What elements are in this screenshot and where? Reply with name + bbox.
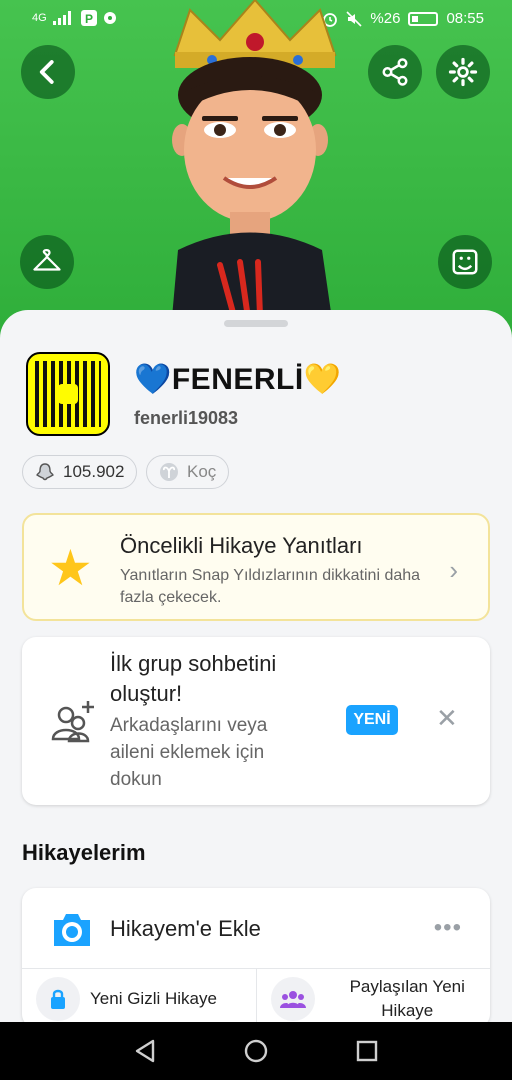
close-icon[interactable]: ✕ (436, 703, 458, 734)
star-icon: ★ (48, 540, 93, 596)
profile-hero: 4G P %26 08:55 (0, 0, 512, 340)
snap-score-value: 105.902 (63, 462, 125, 481)
camera-icon (54, 914, 90, 946)
priority-replies-card[interactable]: ★ Öncelikli Hikaye Yanıtları Yanıtların … (22, 513, 490, 621)
battery-percent: %26 (370, 10, 401, 27)
more-options-icon[interactable]: ••• (434, 914, 462, 942)
home-nav-icon[interactable] (242, 1037, 270, 1065)
settings-button[interactable] (436, 45, 490, 99)
svg-text:P: P (85, 12, 93, 26)
add-to-story-label[interactable]: Hikayem'e Ekle (110, 916, 261, 942)
hanger-icon (33, 248, 61, 271)
selfie-button[interactable] (438, 235, 492, 289)
ghost-icon (36, 463, 54, 481)
chevron-right-icon: › (449, 555, 458, 585)
recents-nav-icon[interactable] (353, 1037, 381, 1065)
group-title: İlk grup sohbetini oluştur! (110, 651, 277, 706)
new-badge: YENİ (346, 705, 398, 735)
snap-score-chip[interactable]: 105.902 (22, 455, 138, 489)
snapcode-pattern (35, 361, 101, 427)
chevron-left-icon (39, 60, 54, 84)
priority-title: Öncelikli Hikaye Yanıtları (120, 533, 363, 558)
share-button[interactable] (368, 45, 422, 99)
battery-icon (408, 11, 439, 26)
system-nav-bar (0, 1022, 512, 1080)
story-options: Yeni Gizli Hikaye Paylaşılan Yeni Hikaye (22, 968, 490, 1028)
stories-section-title: Hikayelerim (22, 840, 146, 865)
parking-app-icon: P (80, 10, 97, 26)
my-stories-card: Hikayem'e Ekle ••• Yeni Gizli Hikaye Pay… (22, 888, 490, 1028)
aries-icon (160, 463, 178, 481)
clock: 08:55 (446, 10, 484, 27)
priority-description: Yanıtların Snap Yıldızlarının dikkatini … (120, 567, 421, 606)
private-story-label: Yeni Gizli Hikaye (90, 988, 217, 1008)
display-name: 💙FENERLİ💛 (134, 363, 342, 396)
add-friends-icon (51, 701, 94, 743)
status-left: 4G P (32, 10, 117, 26)
shared-story-label: Paylaşılan Yeni Hikaye (349, 976, 465, 1020)
back-nav-icon[interactable] (131, 1037, 159, 1065)
zodiac-label: Koç (187, 462, 217, 481)
username: fenerli19083 (134, 408, 239, 428)
group-icon (270, 976, 315, 1021)
back-button[interactable] (21, 45, 75, 99)
profile-sheet: 💙FENERLİ💛 fenerli19083 105.902 Koç ★ Önc… (0, 310, 512, 1028)
wardrobe-button[interactable] (20, 235, 74, 289)
signal-icon (52, 11, 71, 25)
share-icon (382, 58, 408, 86)
new-shared-story-button[interactable]: Paylaşılan Yeni Hikaye (255, 969, 491, 1028)
lock-icon (36, 976, 80, 1021)
picture-icon (452, 249, 478, 275)
group-description: Arkadaşlarını veya aileni eklemek için d… (110, 715, 268, 790)
bitmoji-avatar[interactable] (150, 0, 360, 340)
gear-icon (448, 57, 478, 87)
network-label: 4G (32, 12, 47, 24)
sheet-handle[interactable] (224, 320, 288, 327)
create-group-card[interactable]: İlk grup sohbetini oluştur! Arkadaşların… (22, 637, 490, 805)
soccer-ball-icon (103, 12, 116, 24)
snapcode[interactable] (26, 352, 110, 436)
zodiac-chip[interactable]: Koç (146, 455, 230, 489)
new-private-story-button[interactable]: Yeni Gizli Hikaye (22, 969, 256, 1028)
